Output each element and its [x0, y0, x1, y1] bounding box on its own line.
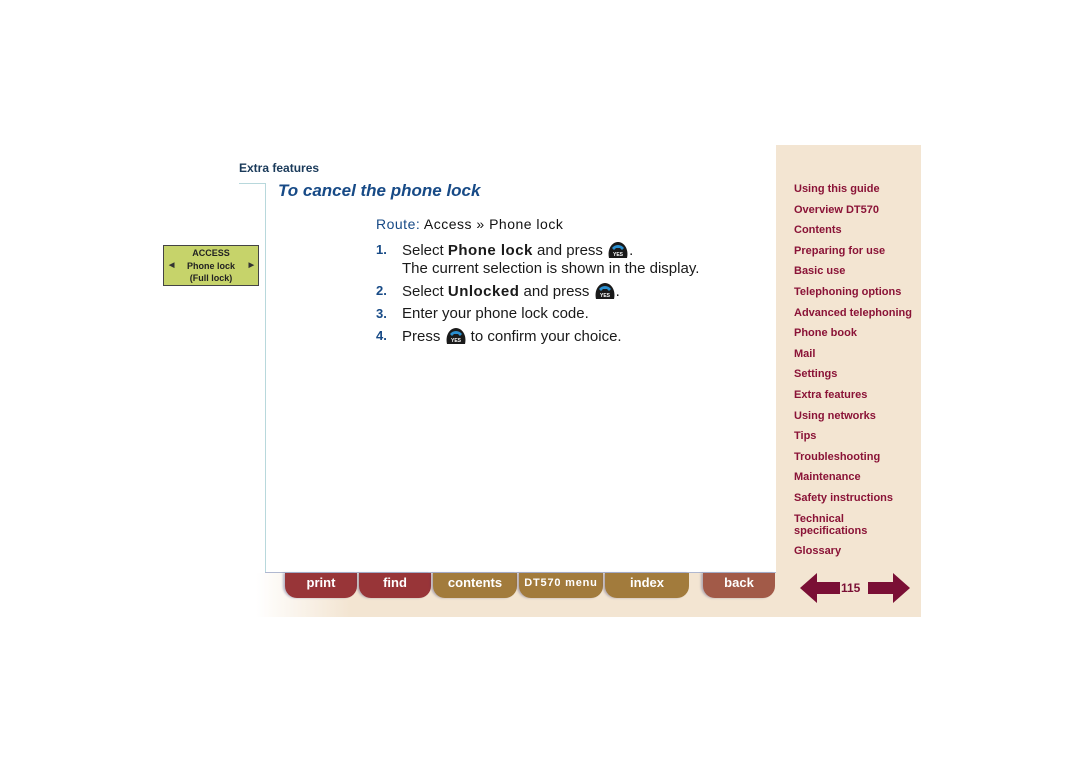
step-text: and press	[519, 283, 590, 300]
sidebar-item-advanced-telephoning[interactable]: Advanced telephoning	[794, 307, 914, 319]
step-item: 3. Enter your phone lock code.	[376, 305, 756, 323]
step-number: 1.	[376, 242, 387, 257]
sidebar-item-contents[interactable]: Contents	[794, 224, 914, 236]
sidebar-item-phone-book[interactable]: Phone book	[794, 327, 914, 339]
sidebar-item-tips[interactable]: Tips	[794, 430, 914, 442]
step-item: 1. Select Phone lock and press YES. The …	[376, 241, 756, 278]
sidebar-item-using-this-guide[interactable]: Using this guide	[794, 183, 914, 195]
sidebar-item-extra-features[interactable]: Extra features	[794, 389, 914, 401]
step-number: 3.	[376, 306, 387, 321]
page-title: To cancel the phone lock	[278, 181, 481, 200]
sidebar-item-safety-instructions[interactable]: Safety instructions	[794, 492, 914, 504]
step-text: Select	[402, 242, 448, 259]
find-button[interactable]: find	[359, 573, 431, 598]
step-keyword: Phone lock	[447, 242, 533, 259]
next-page-arrow-icon[interactable]	[868, 573, 910, 603]
sidebar-item-telephoning-options[interactable]: Telephoning options	[794, 286, 914, 298]
sidebar-item-settings[interactable]: Settings	[794, 368, 914, 380]
chapter-list: Using this guide Overview DT570 Contents Pr…	[794, 183, 914, 566]
step-number: 4.	[376, 328, 387, 343]
sidebar-item-basic-use[interactable]: Basic use	[794, 265, 914, 277]
svg-text:YES: YES	[613, 252, 624, 258]
page-number: 115	[841, 581, 861, 595]
svg-text:YES: YES	[451, 338, 462, 344]
sidebar-item-overview-dt570[interactable]: Overview DT570	[794, 204, 914, 216]
svg-text:YES: YES	[600, 293, 611, 299]
route: Route: Access » Phone lock	[376, 216, 563, 232]
phone-display: ◀ ▶ ACCESS Phone lock (Full lock)	[163, 245, 259, 286]
sidebar-item-preparing-for-use[interactable]: Preparing for use	[794, 245, 914, 257]
step-text: to confirm your choice.	[466, 328, 622, 345]
content-frame-top-border	[239, 183, 266, 184]
display-left-arrow-icon: ◀	[169, 262, 175, 269]
contents-button[interactable]: contents	[433, 573, 517, 598]
step-text: .	[615, 283, 620, 300]
index-button[interactable]: index	[605, 573, 689, 598]
page-navigator: 115	[800, 572, 910, 604]
yes-key-icon: YES	[594, 282, 616, 300]
steps-list: 1. Select Phone lock and press YES. The …	[376, 241, 756, 350]
display-right-arrow-icon: ▶	[248, 262, 254, 269]
sidebar-item-technical-specifications[interactable]: Technical specifications	[794, 513, 867, 537]
chapter-sidebar: Using this guide Overview DT570 Contents Pr…	[776, 145, 921, 617]
yes-key-icon: YES	[607, 241, 629, 259]
yes-key-icon: YES	[445, 327, 467, 345]
display-line-selection: Phone lock	[186, 260, 235, 271]
sidebar-item-glossary[interactable]: Glossary	[794, 545, 914, 557]
step-item: 2. Select Unlocked and press YES.	[376, 282, 756, 301]
display-line-title: ACCESS	[192, 248, 230, 258]
step-text: Press	[402, 328, 441, 345]
dt570-menu-button[interactable]: DT570 menu	[519, 573, 603, 598]
display-line-value: (Full lock)	[189, 273, 233, 283]
step-item: 4. Press YES to confirm your choice.	[376, 327, 756, 346]
step-number: 2.	[376, 283, 387, 298]
route-path: Access » Phone lock	[423, 216, 564, 232]
step-keyword: Unlocked	[447, 283, 520, 300]
content-frame-left-border	[265, 183, 266, 573]
step-text: and press	[532, 242, 603, 259]
sidebar-item-mail[interactable]: Mail	[794, 348, 914, 360]
step-text: .	[629, 242, 634, 259]
step-text: Select	[402, 283, 448, 300]
sidebar-item-maintenance[interactable]: Maintenance	[794, 471, 914, 483]
back-button[interactable]: back	[703, 573, 775, 598]
step-note: The current selection is shown in the di…	[402, 260, 700, 277]
sidebar-item-using-networks[interactable]: Using networks	[794, 410, 914, 422]
sidebar-item-troubleshooting[interactable]: Troubleshooting	[794, 451, 914, 463]
step-text: Enter your phone lock code.	[402, 305, 589, 322]
previous-page-arrow-icon[interactable]	[800, 573, 840, 603]
route-label: Route:	[376, 216, 421, 232]
section-title: Extra features	[239, 161, 320, 175]
print-button[interactable]: print	[285, 573, 357, 598]
